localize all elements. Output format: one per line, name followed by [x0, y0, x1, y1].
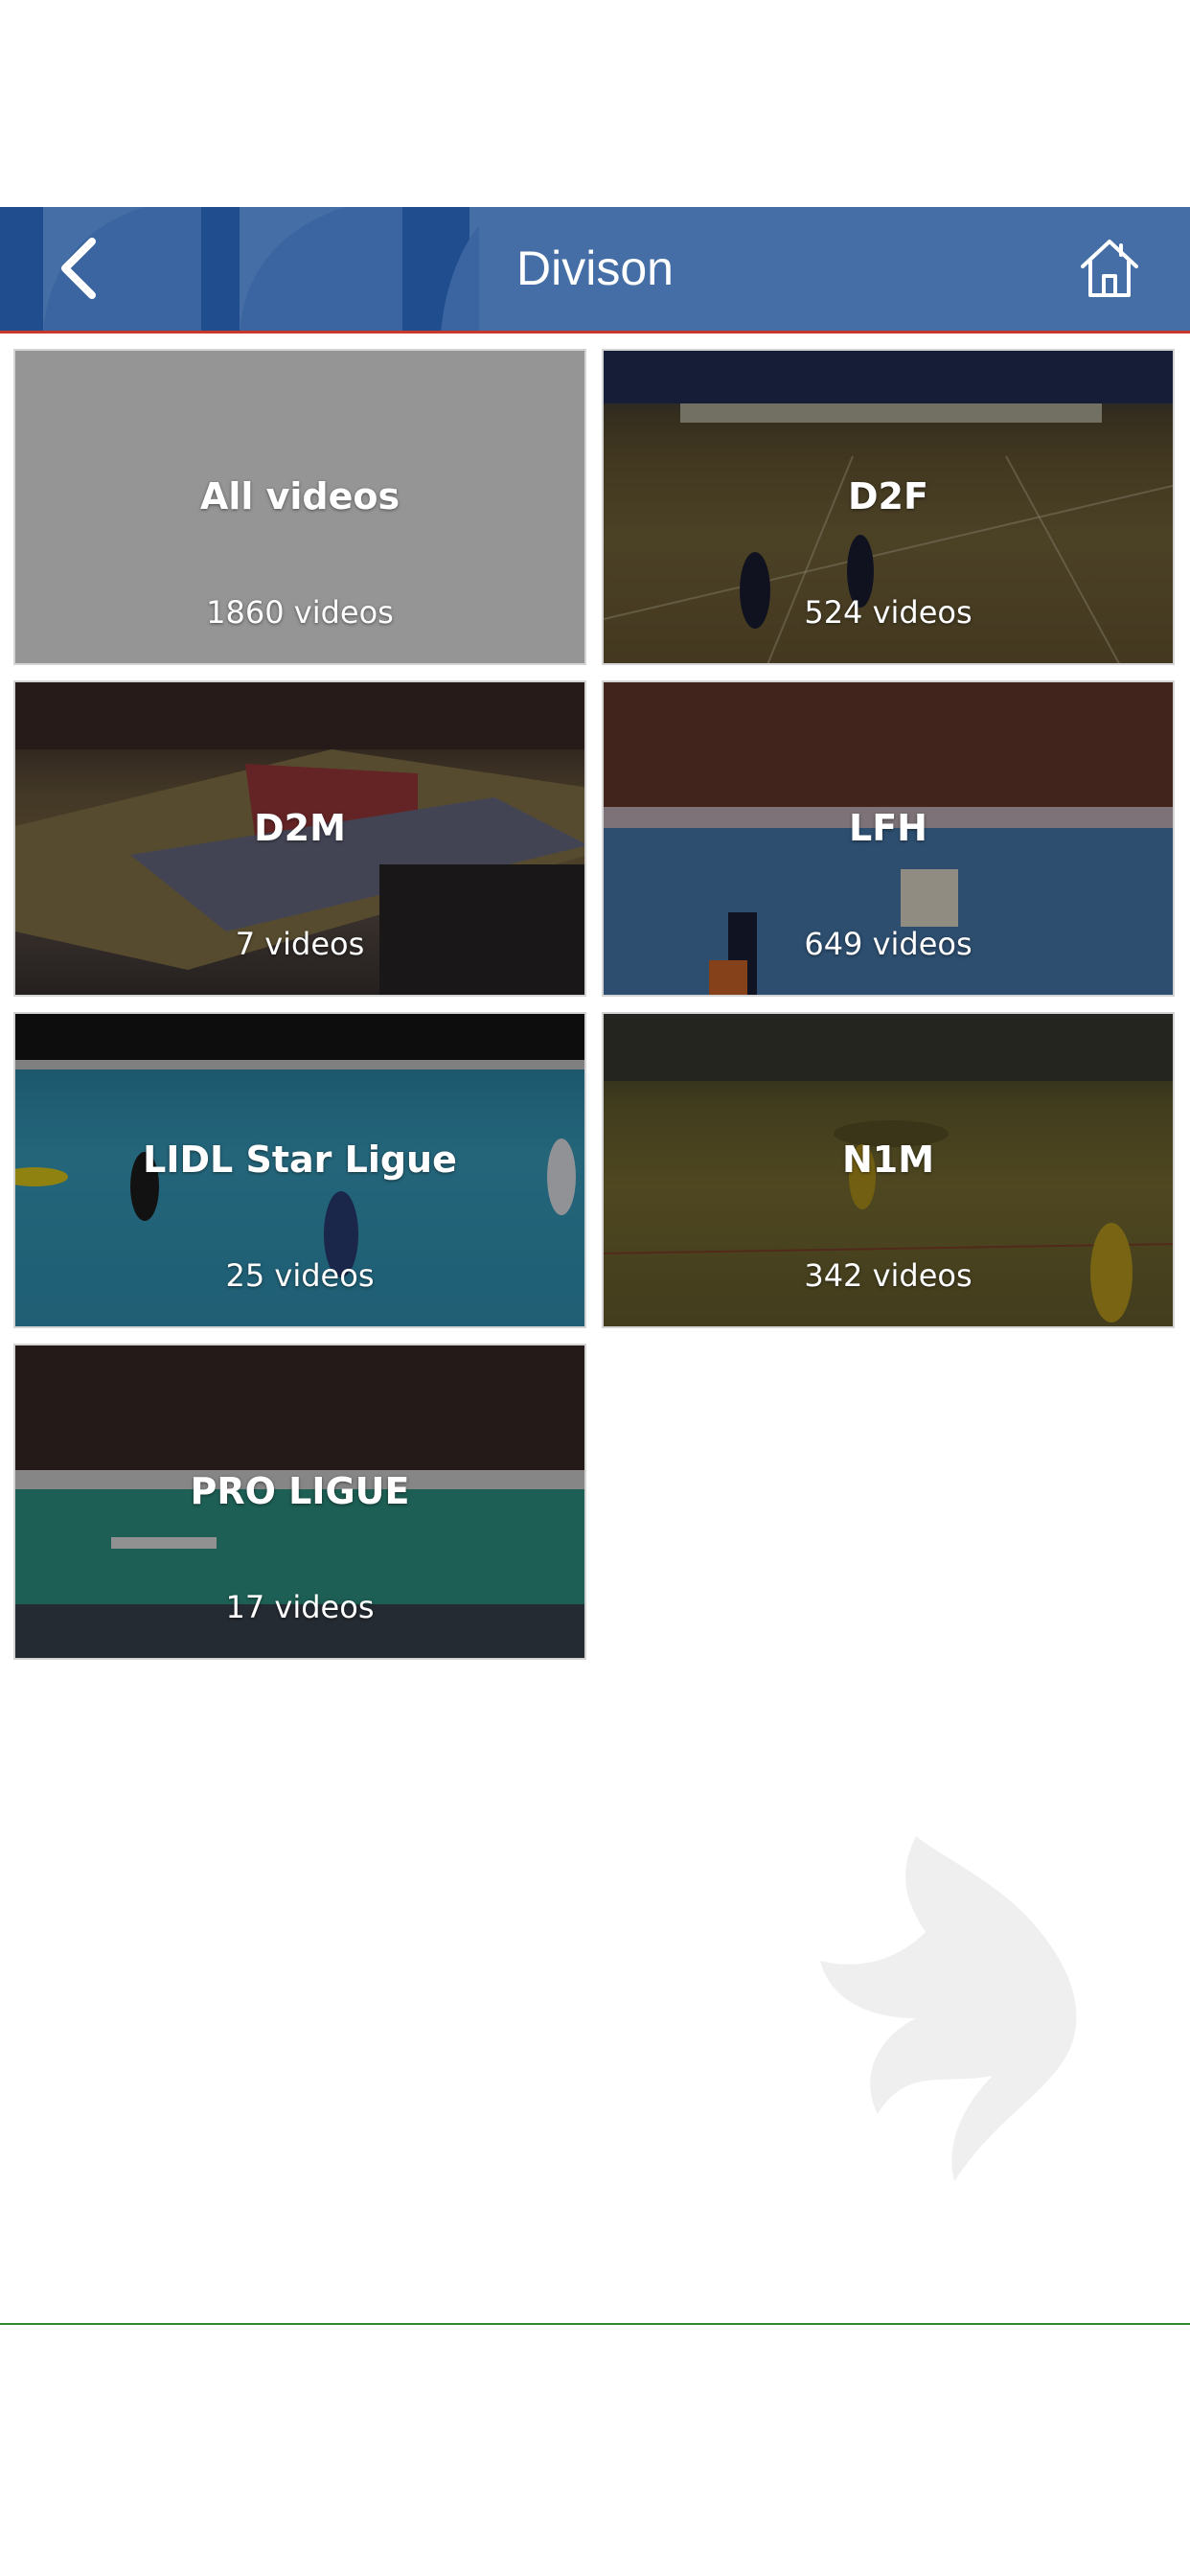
- division-tile-d2m[interactable]: D2M 7 videos: [13, 680, 586, 997]
- home-button[interactable]: [1075, 234, 1144, 303]
- back-button[interactable]: [48, 234, 117, 303]
- division-tile-lidl-star-ligue[interactable]: LIDL Star Ligue 25 videos: [13, 1012, 586, 1328]
- division-tile-all-videos[interactable]: All videos 1860 videos: [13, 349, 586, 665]
- home-icon: [1081, 240, 1138, 297]
- tile-title: LFH: [849, 807, 927, 849]
- tile-title: All videos: [199, 475, 400, 518]
- footer-divider: [0, 2323, 1190, 2325]
- tile-video-count: 342 videos: [804, 1257, 973, 1294]
- tile-video-count: 649 videos: [804, 926, 973, 962]
- tile-title: D2F: [848, 475, 928, 518]
- page-title: Divison: [516, 242, 674, 295]
- tile-video-count: 17 videos: [225, 1589, 375, 1625]
- tile-video-count: 1860 videos: [206, 594, 394, 631]
- tile-title: LIDL Star Ligue: [143, 1138, 457, 1181]
- tile-video-count: 7 videos: [235, 926, 365, 962]
- tile-video-count: 524 videos: [804, 594, 973, 631]
- division-tile-lfh[interactable]: LFH 649 videos: [602, 680, 1175, 997]
- rooster-logo-watermark: [820, 1836, 1077, 2181]
- tile-video-count: 25 videos: [225, 1257, 375, 1294]
- tile-title: N1M: [841, 1138, 935, 1181]
- division-tile-n1m[interactable]: N1M 342 videos: [602, 1012, 1175, 1328]
- chevron-left-icon: [61, 238, 96, 299]
- division-tile-d2f[interactable]: D2F 524 videos: [602, 349, 1175, 665]
- tile-title: D2M: [254, 807, 346, 849]
- navigation-bar: Divison: [0, 207, 1190, 334]
- tile-title: PRO LIGUE: [190, 1470, 410, 1512]
- division-tile-pro-ligue[interactable]: PRO LIGUE 17 videos: [13, 1344, 586, 1660]
